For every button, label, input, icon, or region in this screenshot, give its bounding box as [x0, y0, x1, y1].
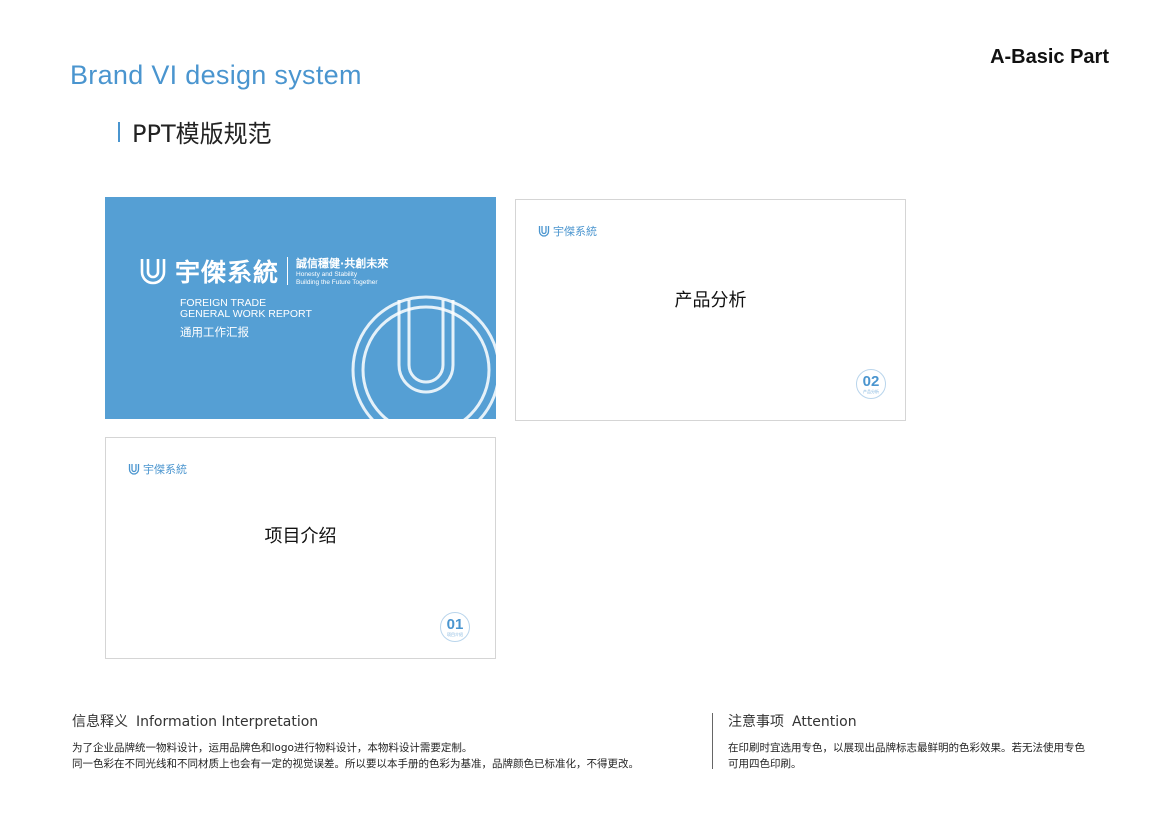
project-slide-logo-text: 宇傑系統 [143, 463, 187, 476]
product-page-caption: 产品分析 [863, 388, 879, 394]
cover-big-logo-icon [351, 295, 496, 419]
cover-report-cn: 通用工作汇报 [180, 325, 249, 339]
project-page-badge: 01 项目介绍 [440, 612, 470, 642]
attention-heading-cn: 注意事项 [728, 714, 784, 730]
section-title: PPT模版规范 [118, 114, 272, 149]
project-page-caption: 项目介绍 [447, 631, 463, 637]
attention-heading-en: Attention [792, 714, 857, 730]
attention-notes: 注意事项 Attention 在印刷时宜选用专色，以展现出品牌标志最鲜明的色彩效果… [728, 711, 1118, 772]
cover-report-line-2: GENERAL WORK REPORT [180, 308, 312, 320]
project-slide-title: 项目介绍 [264, 526, 337, 547]
info-heading: 信息释义 Information Interpretation [72, 711, 692, 731]
project-intro-slide: 宇傑系統 项目介绍 01 项目介绍 [105, 437, 496, 659]
product-slide-title: 产品分析 [674, 290, 747, 311]
info-heading-cn: 信息释义 [72, 714, 128, 730]
cover-slogan: 誠信穩健·共創未來 Honesty and Stability Building… [296, 255, 388, 287]
project-page-number: 01 [446, 615, 464, 633]
cover-report-text: FOREIGN TRADE GENERAL WORK REPORT 通用工作汇报 [180, 298, 312, 340]
project-slide-logo: 宇傑系統 [128, 461, 187, 477]
cover-logo: 宇傑系統 誠信穩健·共創未來 Honesty and Stability Bui… [139, 253, 388, 289]
cover-slogan-en-2: Building the Future Together [296, 279, 378, 286]
cover-brand-name: 宇傑系統 [175, 258, 280, 287]
u-logo-icon [538, 226, 550, 237]
info-interpretation: 信息释义 Information Interpretation 为了企业品牌统一物… [72, 711, 692, 772]
product-slide-logo: 宇傑系統 [538, 223, 597, 239]
product-slide-logo-text: 宇傑系統 [553, 225, 597, 238]
info-heading-en: Information Interpretation [136, 714, 319, 730]
attention-heading: 注意事项 Attention [728, 711, 1118, 731]
product-analysis-slide: 宇傑系統 产品分析 02 产品分析 [515, 199, 906, 421]
part-label: A-Basic Part [990, 46, 1109, 68]
cover-slogan-cn: 誠信穩健·共創未來 [296, 257, 389, 270]
footer-divider [712, 713, 713, 769]
info-line-1: 为了企业品牌统一物料设计，运用品牌色和logo进行物料设计，本物料设计需要定制。 [72, 742, 473, 754]
cover-slogan-en-1: Honesty and Stability [296, 271, 358, 278]
info-line-2: 同一色彩在不同光线和不同材质上也会有一定的视觉误差。所以要以本手册的色彩为基准，… [72, 758, 639, 770]
cover-logo-divider [287, 257, 289, 285]
brand-title: Brand VI design system [70, 60, 362, 90]
product-page-badge: 02 产品分析 [856, 369, 886, 399]
section-title-text: PPT模版规范 [132, 120, 272, 148]
cover-slide: 宇傑系統 誠信穩健·共創未來 Honesty and Stability Bui… [105, 197, 496, 419]
product-page-number: 02 [862, 372, 880, 390]
attention-line-1: 在印刷时宜选用专色，以展现出品牌标志最鲜明的色彩效果。若无法使用专色 [728, 742, 1085, 754]
u-logo-icon [128, 464, 140, 475]
u-logo-icon [140, 259, 166, 285]
attention-line-2: 可用四色印刷。 [728, 758, 802, 770]
section-bar [118, 121, 120, 142]
